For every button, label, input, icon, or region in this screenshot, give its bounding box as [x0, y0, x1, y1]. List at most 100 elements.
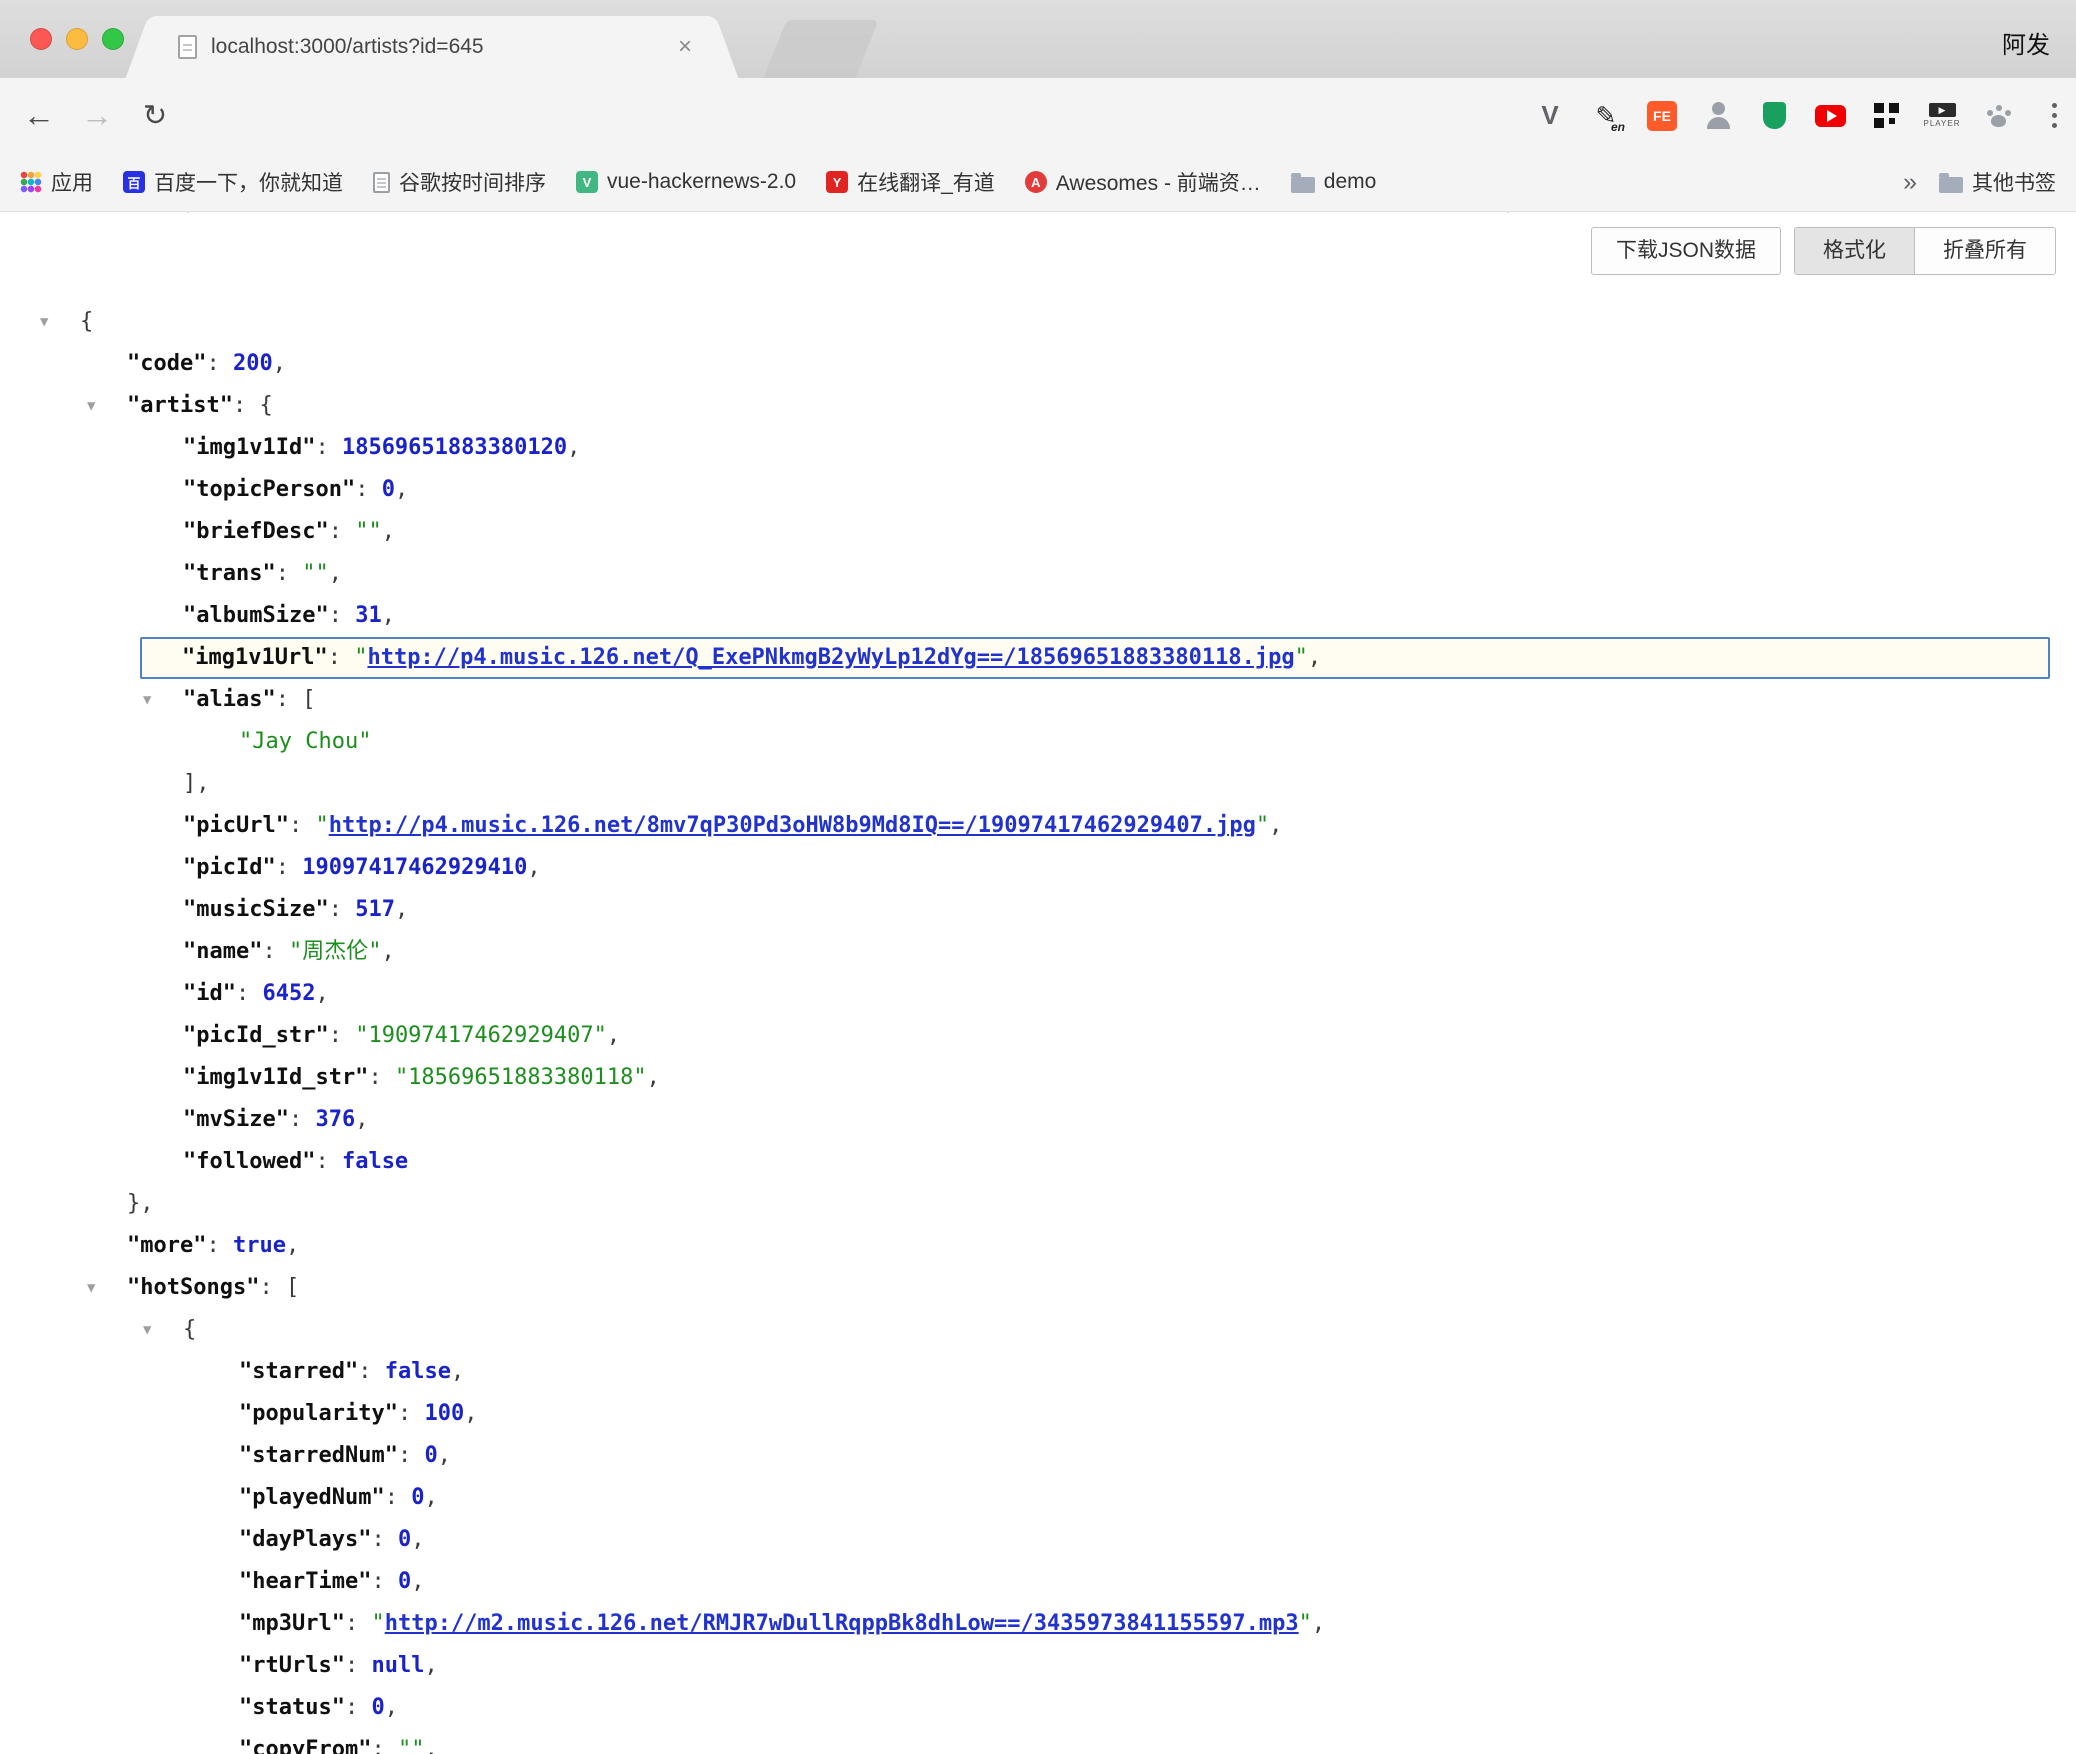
json-line: "playedNum": 0, [0, 1477, 2076, 1519]
json-punct: , [464, 1401, 477, 1426]
collapse-toggle[interactable]: ▼ [40, 301, 48, 343]
bookmarks-list: 应用百百度一下，你就知道谷歌按时间排序 Vvue-hackernews-2.0 Y在… [20, 167, 1376, 197]
json-literal: true [233, 1233, 286, 1258]
reload-button[interactable]: ↻ [134, 98, 176, 133]
minimize-window-button[interactable] [66, 28, 88, 50]
json-line: "briefDesc": "", [0, 511, 2076, 553]
json-punct: : [289, 813, 316, 838]
json-punct: : [ [276, 687, 316, 712]
awesomes-icon: A [1025, 171, 1047, 193]
bookmark-apps[interactable]: 应用 [20, 167, 93, 197]
json-literal: false [342, 1149, 408, 1174]
bookmark-label: demo [1324, 170, 1377, 194]
json-key: "musicSize" [183, 897, 329, 922]
shield-icon[interactable] [1752, 94, 1796, 138]
json-punct: : [206, 351, 233, 376]
collapse-toggle[interactable]: ▼ [143, 679, 151, 721]
json-punct: , [381, 939, 394, 964]
tab-close-button[interactable]: × [678, 33, 692, 61]
translate-caption: en [1611, 120, 1625, 134]
json-punct: }, [127, 1191, 154, 1216]
json-number: 19097417462929410 [302, 855, 527, 880]
collapse-toggle[interactable]: ▼ [87, 1267, 95, 1309]
json-line: "Jay Chou" [0, 721, 2076, 763]
json-punct: : [276, 855, 303, 880]
doc-icon [373, 172, 390, 193]
bookmark-google-sort[interactable]: 谷歌按时间排序 [373, 167, 546, 197]
active-tab[interactable]: localhost:3000/artists?id=645 × [152, 16, 712, 78]
fe-icon[interactable]: FE [1640, 94, 1684, 138]
json-key: "starredNum" [239, 1443, 398, 1468]
other-bookmarks-folder[interactable]: 其他书签 [1939, 167, 2056, 197]
json-punct: : [315, 1149, 342, 1174]
json-key: "playedNum" [239, 1485, 385, 1510]
json-quote: " [354, 645, 367, 670]
person-icon[interactable] [1696, 94, 1740, 138]
bookmark-label: 其他书签 [1972, 167, 2056, 197]
json-punct: : [371, 1527, 398, 1552]
new-tab-button[interactable] [763, 20, 878, 78]
json-line: "topicPerson": 0, [0, 469, 2076, 511]
bookmark-awesomes[interactable]: AAwesomes - 前端资… [1025, 167, 1261, 197]
json-line: "rtUrls": null, [0, 1645, 2076, 1687]
collapse-all-button[interactable]: 折叠所有 [1914, 228, 2055, 274]
profile-name[interactable]: 阿发 [2002, 25, 2050, 60]
bookmark-vue-hackernews[interactable]: Vvue-hackernews-2.0 [576, 170, 796, 194]
json-url-link[interactable]: http://p4.music.126.net/8mv7qP30Pd3oHW8b… [329, 813, 1256, 838]
paw-icon[interactable] [1976, 94, 2020, 138]
json-key: "dayPlays" [239, 1527, 371, 1552]
json-key: "albumSize" [183, 603, 329, 628]
json-punct: , [329, 561, 342, 586]
fullscreen-window-button[interactable] [102, 28, 124, 50]
json-key: "status" [239, 1695, 345, 1720]
folder-icon [1291, 177, 1315, 193]
json-punct: : [329, 603, 356, 628]
youtube-icon[interactable] [1808, 94, 1852, 138]
json-literal: false [385, 1359, 451, 1384]
back-button[interactable]: ← [18, 97, 60, 134]
page-content: 下载JSON数据 格式化 折叠所有 ▼{"code": 200,▼"artist… [0, 213, 2076, 1754]
json-key: "more" [127, 1233, 206, 1258]
format-button[interactable]: 格式化 [1795, 228, 1914, 274]
json-punct: , [411, 1569, 424, 1594]
browser-menu-button[interactable] [2032, 94, 2076, 138]
bookmark-demo[interactable]: demo [1291, 170, 1377, 194]
collapse-toggle[interactable]: ▼ [143, 1309, 151, 1351]
bookmark-youdao[interactable]: Y在线翻译_有道 [826, 167, 995, 197]
json-line: ▼ "alias": [ [0, 679, 2076, 721]
json-line: }, [0, 1183, 2076, 1225]
json-key: "alias" [183, 687, 276, 712]
forward-button: → [76, 97, 118, 134]
fe-glyph: FE [1647, 101, 1677, 131]
player-icon[interactable]: ▶PLAYER [1920, 94, 1964, 138]
bookmarks-overflow-button[interactable]: » [1903, 168, 1917, 197]
json-punct: : [345, 1653, 372, 1678]
json-punct: , [438, 1443, 451, 1468]
close-window-button[interactable] [30, 28, 52, 50]
vimium-icon[interactable]: V [1528, 94, 1572, 138]
qrcode-icon[interactable] [1864, 94, 1908, 138]
json-line: "trans": "", [0, 553, 2076, 595]
json-line: "mvSize": 376, [0, 1099, 2076, 1141]
json-url-link[interactable]: http://m2.music.126.net/RMJR7wDullRqppBk… [385, 1611, 1299, 1636]
json-key: "followed" [183, 1149, 315, 1174]
bookmark-baidu[interactable]: 百百度一下，你就知道 [123, 167, 343, 197]
collapse-toggle[interactable]: ▼ [87, 385, 95, 427]
json-url-link[interactable]: http://p4.music.126.net/Q_ExePNkmgB2yWyL… [367, 645, 1294, 670]
json-punct: , [527, 855, 540, 880]
json-number: 0 [398, 1569, 411, 1594]
bookmark-label: vue-hackernews-2.0 [607, 170, 796, 194]
json-punct: : [371, 1569, 398, 1594]
json-punct: , [382, 519, 395, 544]
json-punct: : [328, 645, 355, 670]
json-punct: , [395, 477, 408, 502]
json-quote: " [1295, 645, 1308, 670]
json-punct: : [368, 1065, 395, 1090]
json-viewer: ▼{"code": 200,▼"artist": {"img1v1Id": 18… [0, 301, 2076, 1754]
json-punct: : [355, 477, 382, 502]
browser-toolbar: ← → ↻ i localhost:3000/artists?id=6452 ☆… [0, 78, 2076, 153]
download-json-button[interactable]: 下载JSON数据 [1591, 227, 1781, 275]
json-string: "Jay Chou" [239, 729, 371, 754]
json-number: 0 [424, 1443, 437, 1468]
translate-icon[interactable]: ✎en [1584, 94, 1628, 138]
